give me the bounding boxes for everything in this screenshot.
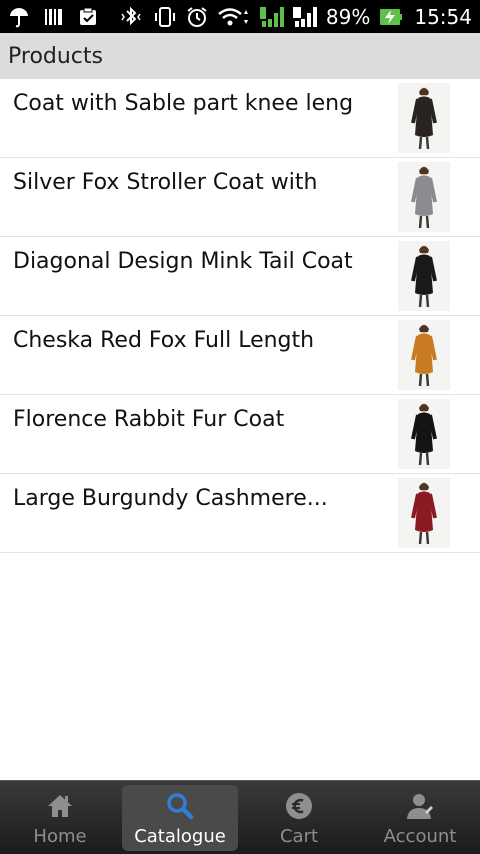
product-item[interactable]: Silver Fox Stroller Coat with — [0, 158, 480, 237]
home-icon — [46, 791, 74, 821]
battery-percent: 89% — [325, 4, 371, 29]
status-bar: 89% 15:54 — [0, 0, 480, 33]
tab-home[interactable]: Home — [2, 785, 118, 851]
product-name: Cheska Red Fox Full Length — [13, 328, 315, 353]
signal-1-icon — [259, 5, 284, 29]
wifi-icon — [217, 6, 251, 28]
product-thumbnail — [398, 241, 450, 311]
tab-label: Account — [383, 826, 457, 847]
battery-charging-icon — [379, 6, 403, 28]
header-bar: Products — [0, 33, 480, 79]
product-thumbnail — [398, 399, 450, 469]
product-item[interactable]: Florence Rabbit Fur Coat — [0, 395, 480, 474]
product-thumbnail — [398, 162, 450, 232]
product-name: Florence Rabbit Fur Coat — [13, 407, 285, 432]
product-item[interactable]: Cheska Red Fox Full Length — [0, 316, 480, 395]
product-name: Diagonal Design Mink Tail Coat — [13, 249, 353, 274]
search-icon — [166, 791, 194, 821]
bottom-tab-bar: Home Catalogue Cart Account — [0, 780, 480, 854]
product-item[interactable]: Diagonal Design Mink Tail Coat — [0, 237, 480, 316]
product-thumbnail — [398, 320, 450, 390]
alarm-icon — [186, 6, 208, 28]
signal-2-icon — [292, 5, 317, 29]
bluetooth-icon — [118, 6, 144, 28]
tab-label: Cart — [279, 826, 319, 847]
vibrate-icon — [153, 6, 177, 28]
barcode-icon — [44, 7, 64, 27]
tab-account[interactable]: Account — [362, 785, 478, 851]
product-name: Large Burgundy Cashmere... — [13, 486, 328, 511]
euro-icon — [285, 791, 313, 821]
product-list: Coat with Sable part knee leng Silver Fo… — [0, 79, 480, 553]
page-title: Products — [8, 43, 103, 69]
tab-label: Home — [33, 826, 87, 847]
product-item[interactable]: Large Burgundy Cashmere... — [0, 474, 480, 553]
tab-catalogue[interactable]: Catalogue — [122, 785, 238, 851]
product-name: Silver Fox Stroller Coat with — [13, 170, 318, 195]
tab-label: Catalogue — [134, 826, 226, 847]
product-thumbnail — [398, 478, 450, 548]
product-name: Coat with Sable part knee leng — [13, 91, 354, 116]
umbrella-icon — [8, 6, 30, 28]
product-thumbnail — [398, 83, 450, 153]
product-item[interactable]: Coat with Sable part knee leng — [0, 79, 480, 158]
tab-cart[interactable]: Cart — [241, 785, 357, 851]
account-icon — [405, 791, 435, 821]
clock: 15:54 — [414, 4, 472, 29]
clipboard-icon — [78, 7, 98, 27]
